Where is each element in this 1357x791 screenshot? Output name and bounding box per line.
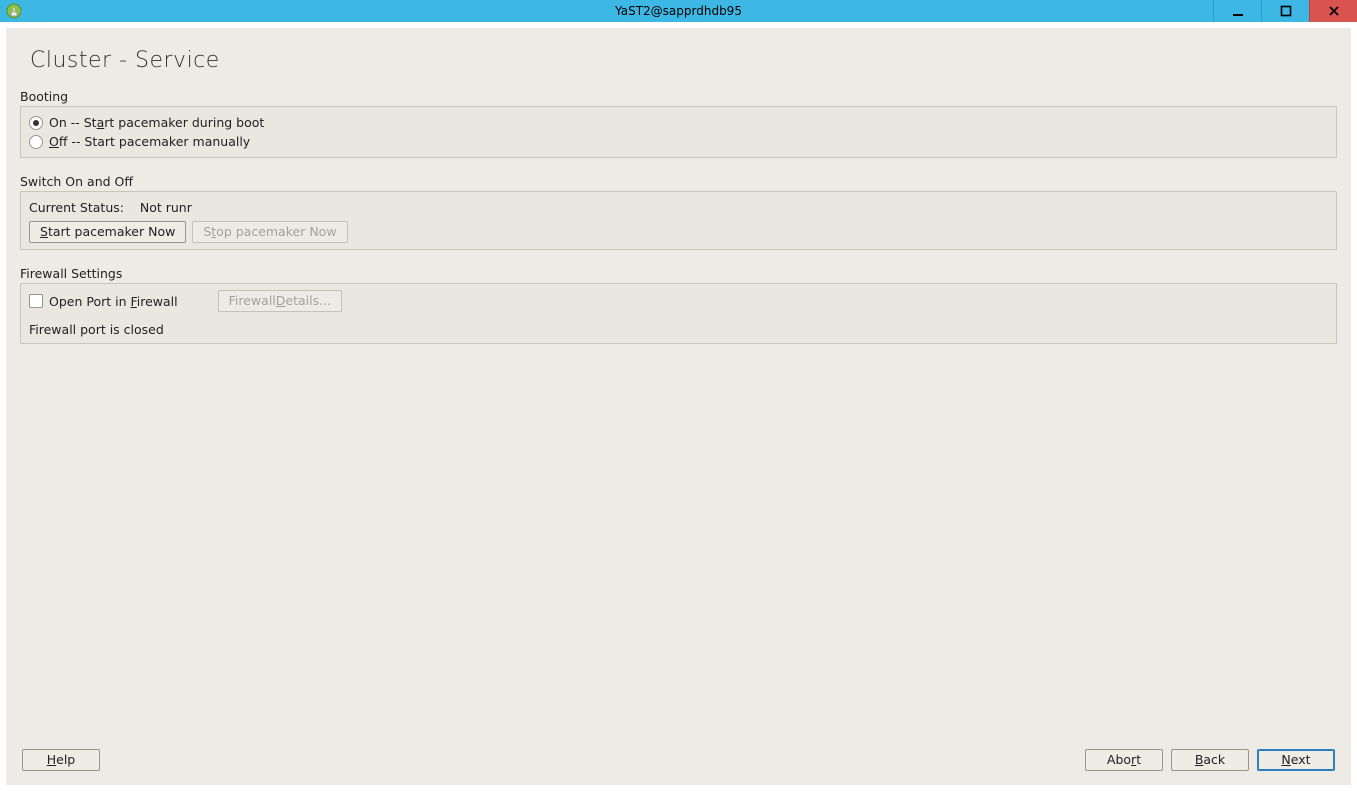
booting-on-label: On -- Start pacemaker during boot (49, 115, 264, 130)
open-port-checkbox[interactable]: Open Port in Firewall (29, 294, 178, 309)
switch-group: Current Status: Not runr Start pacemaker… (20, 191, 1337, 250)
window-controls (1213, 0, 1357, 22)
start-pacemaker-button[interactable]: Start pacemaker Now (29, 221, 186, 243)
booting-off-radio[interactable]: Off -- Start pacemaker manually (29, 132, 1328, 151)
current-status-value: Not runr (140, 200, 192, 215)
titlebar: YaST2@sapprdhdb95 (0, 0, 1357, 22)
booting-off-label: Off -- Start pacemaker manually (49, 134, 250, 149)
main-content: Cluster - Service Booting On -- Start pa… (6, 28, 1351, 785)
switch-label: Switch On and Off (20, 174, 1337, 189)
firewall-label: Firewall Settings (20, 266, 1337, 281)
firewall-status-text: Firewall port is closed (29, 318, 1328, 337)
next-button[interactable]: Next (1257, 749, 1335, 771)
back-button[interactable]: Back (1171, 749, 1249, 771)
radio-unselected-icon (29, 135, 43, 149)
close-button[interactable] (1309, 0, 1357, 22)
booting-on-radio[interactable]: On -- Start pacemaker during boot (29, 113, 1328, 132)
booting-label: Booting (20, 89, 1337, 104)
footer-buttons: Help Abort Back Next (20, 745, 1337, 775)
booting-group: On -- Start pacemaker during boot Off --… (20, 106, 1337, 158)
current-status-row: Current Status: Not runr (29, 198, 1328, 221)
open-port-label: Open Port in Firewall (49, 294, 178, 309)
maximize-button[interactable] (1261, 0, 1309, 22)
current-status-label: Current Status: (29, 200, 124, 215)
window-title: YaST2@sapprdhdb95 (615, 4, 742, 18)
abort-button[interactable]: Abort (1085, 749, 1163, 771)
radio-selected-icon (29, 116, 43, 130)
firewall-details-button: Firewall Details... (218, 290, 342, 312)
help-button[interactable]: Help (22, 749, 100, 771)
page-title: Cluster - Service (20, 42, 1337, 89)
minimize-button[interactable] (1213, 0, 1261, 22)
yast-icon (6, 3, 22, 19)
firewall-group: Open Port in Firewall Firewall Details..… (20, 283, 1337, 344)
checkbox-unchecked-icon (29, 294, 43, 308)
stop-pacemaker-button: Stop pacemaker Now (192, 221, 347, 243)
